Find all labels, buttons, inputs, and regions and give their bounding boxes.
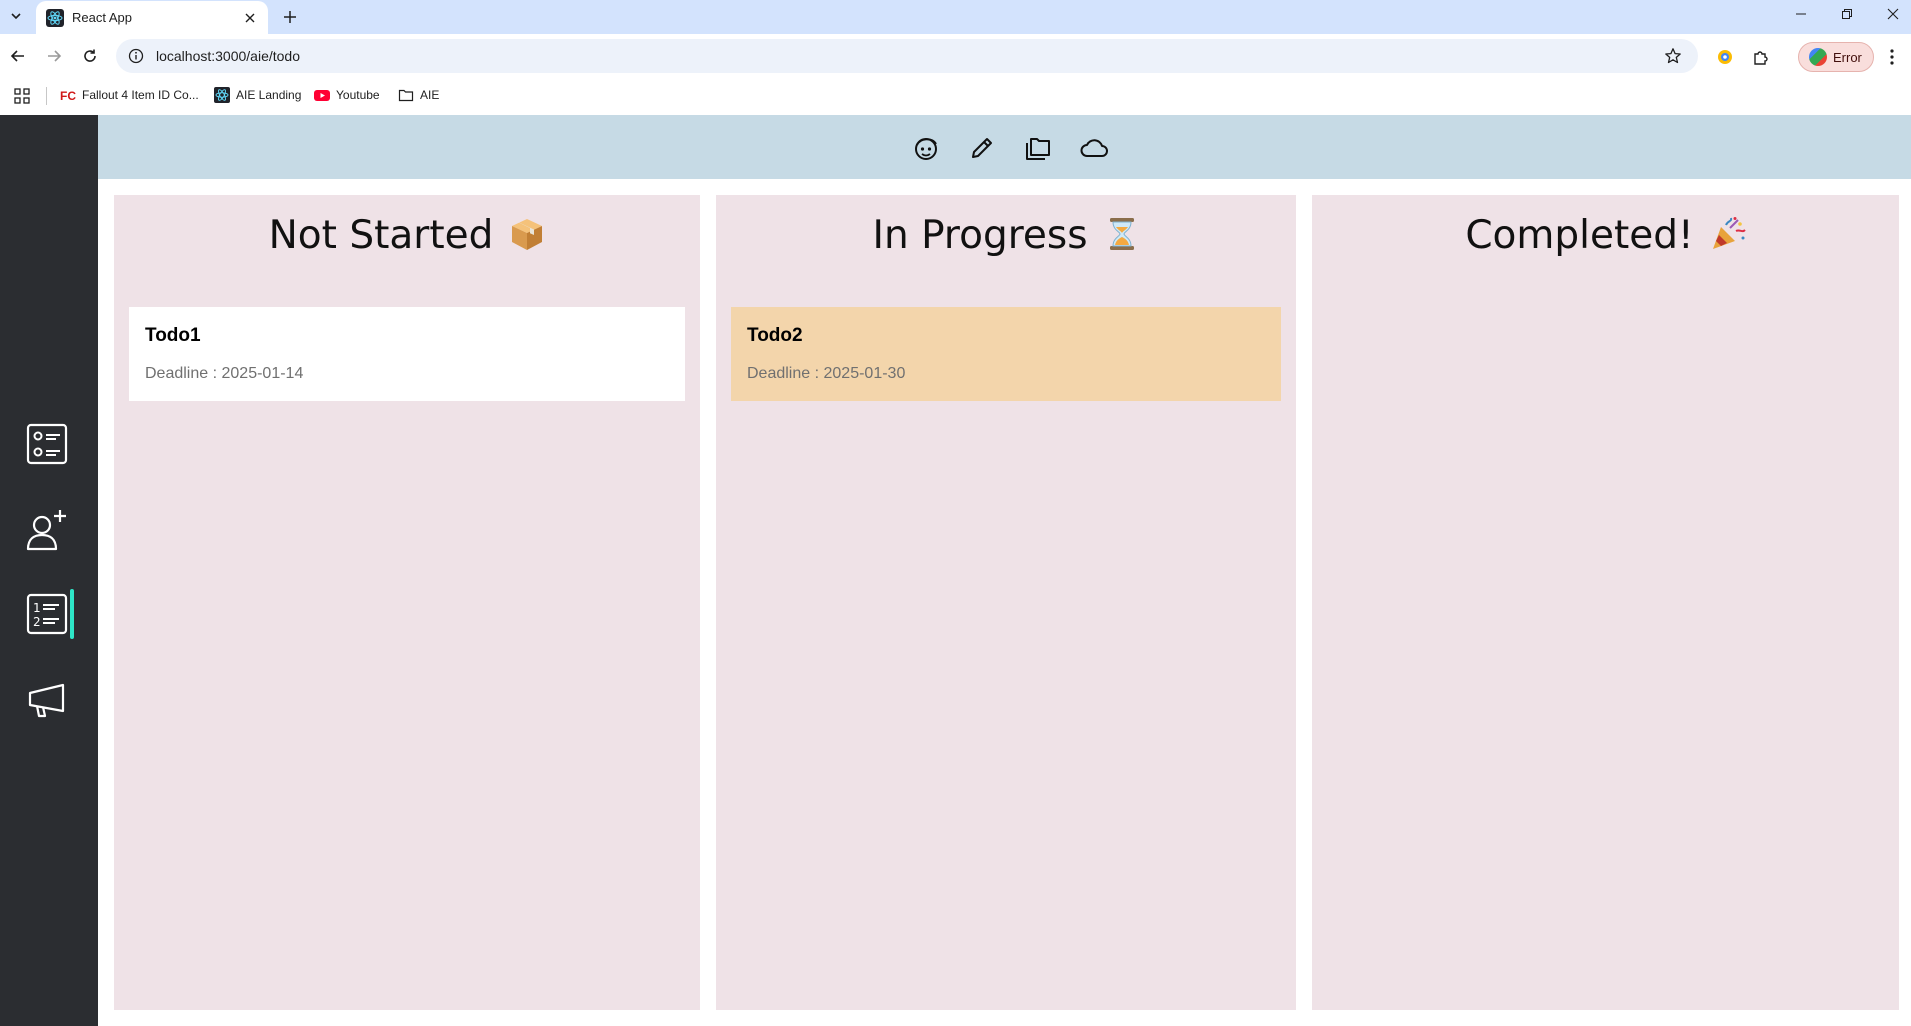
app-root: 1 2 Not Started Todo1 Deadline: 2025-01… <box>0 115 1911 1026</box>
column-in-progress: In Progress Todo2 Deadline : 2025-01-30 <box>716 195 1296 1010</box>
column-not-started: Not Started Todo1 Deadline : 2025-01-14 <box>114 195 700 1010</box>
pencil-icon <box>972 138 992 158</box>
address-bar[interactable]: localhost:3000/aie/todo <box>116 39 1698 73</box>
tab-search-button[interactable] <box>4 4 28 28</box>
checklist-icon <box>26 423 68 465</box>
youtube-favicon-icon <box>314 87 330 103</box>
cloud-icon <box>1080 139 1108 157</box>
hourglass-emoji-icon <box>1109 218 1134 250</box>
site-info-icon[interactable] <box>126 46 146 66</box>
back-button[interactable] <box>6 44 30 68</box>
face-icon <box>915 138 937 160</box>
column-title: Completed! <box>1312 213 1899 258</box>
back-arrow-icon <box>10 50 24 62</box>
package-emoji-icon <box>512 219 543 250</box>
bookmark-fallout[interactable]: FC Fallout 4 Item ID Co... <box>60 84 199 106</box>
close-window-button[interactable] <box>1870 0 1911 28</box>
new-tab-button[interactable] <box>278 5 302 29</box>
todo-card[interactable]: Todo1 Deadline : 2025-01-14 <box>129 307 685 401</box>
column-title: Not Started <box>114 213 700 258</box>
svg-text:2: 2 <box>33 615 41 629</box>
restore-icon <box>1842 9 1852 19</box>
bookmark-separator <box>46 87 47 105</box>
react-favicon-icon <box>46 8 64 27</box>
add-user-icon <box>26 510 66 551</box>
chevron-down-icon <box>11 13 21 20</box>
minimize-icon <box>1796 13 1806 15</box>
megaphone-icon <box>28 683 65 718</box>
sidebar-item-add-user[interactable] <box>24 507 70 553</box>
bookmark-aie-landing[interactable]: AIE Landing <box>214 84 301 106</box>
browser-toolbar: localhost:3000/aie/todo Error <box>0 34 1911 78</box>
todo-card[interactable]: Todo2 Deadline : 2025-01-30 <box>731 307 1281 401</box>
topnav-face-button[interactable] <box>910 132 942 164</box>
profile-label: Error <box>1833 49 1862 65</box>
party-popper-emoji-icon <box>1712 217 1746 249</box>
numbered-list-icon: 1 2 <box>26 593 68 635</box>
folders-icon <box>1026 138 1050 160</box>
column-completed: Completed! <box>1312 195 1899 1010</box>
bookmark-label: AIE Landing <box>236 88 302 102</box>
tab-close-button[interactable] <box>240 8 260 28</box>
card-deadline: Deadline : 2025-01-14 <box>145 365 304 382</box>
close-icon <box>245 13 255 22</box>
column-title-text: Completed! <box>1465 213 1694 258</box>
forward-arrow-icon <box>48 50 62 62</box>
extension-icon[interactable] <box>1714 46 1736 68</box>
kebab-menu-icon <box>1890 49 1894 65</box>
topnav-edit-button[interactable] <box>966 132 998 164</box>
bookmark-star-icon[interactable] <box>1662 45 1684 67</box>
extensions-puzzle-icon[interactable] <box>1750 46 1772 68</box>
browser-tab[interactable]: React App <box>36 1 268 34</box>
svg-text:1: 1 <box>33 601 41 615</box>
browser-tab-bar: React App <box>0 0 1911 34</box>
profile-button[interactable]: Error <box>1798 42 1874 72</box>
bookmarks-bar: FC Fallout 4 Item ID Co... AIE Landing Y… <box>0 78 1911 112</box>
sidebar-item-checklist[interactable] <box>24 421 70 467</box>
plus-icon <box>284 11 296 23</box>
restore-button[interactable] <box>1824 0 1870 28</box>
browser-menu-button[interactable] <box>1882 46 1902 68</box>
column-title: In Progress <box>716 213 1296 258</box>
sidebar-active-indicator <box>70 589 74 639</box>
svg-text:FC: FC <box>60 89 76 103</box>
bookmark-label: AIE <box>420 88 440 102</box>
minimize-button[interactable] <box>1778 0 1824 28</box>
fc-favicon-icon: FC <box>60 87 76 103</box>
tab-title: React App <box>72 10 132 25</box>
url-text[interactable]: localhost:3000/aie/todo <box>156 48 1662 64</box>
forward-button[interactable] <box>42 44 66 68</box>
topnav-cloud-button[interactable] <box>1078 132 1110 164</box>
sidebar: 1 2 <box>0 115 98 1026</box>
topnav-folders-button[interactable] <box>1022 132 1054 164</box>
bookmark-label: Fallout 4 Item ID Co... <box>82 88 199 102</box>
column-title-text: Not Started <box>268 213 494 258</box>
bookmark-youtube[interactable]: Youtube <box>314 84 380 106</box>
sidebar-item-todo[interactable]: 1 2 <box>24 591 70 637</box>
card-title: Todo2 <box>747 325 803 346</box>
sidebar-item-announcements[interactable] <box>24 676 70 722</box>
card-title: Todo1 <box>145 325 201 346</box>
avatar <box>1809 48 1827 66</box>
reload-icon <box>84 49 96 62</box>
top-navigation <box>98 115 1911 179</box>
column-title-text: In Progress <box>872 213 1088 258</box>
apps-grid-icon[interactable] <box>12 86 32 106</box>
close-icon <box>1887 8 1899 20</box>
bookmark-folder-aie[interactable]: AIE <box>398 84 439 106</box>
bookmark-label: Youtube <box>336 88 380 102</box>
reload-button[interactable] <box>78 44 102 68</box>
react-favicon-icon <box>214 87 230 103</box>
folder-icon <box>398 87 414 103</box>
card-deadline: Deadline : 2025-01-30 <box>747 365 906 382</box>
